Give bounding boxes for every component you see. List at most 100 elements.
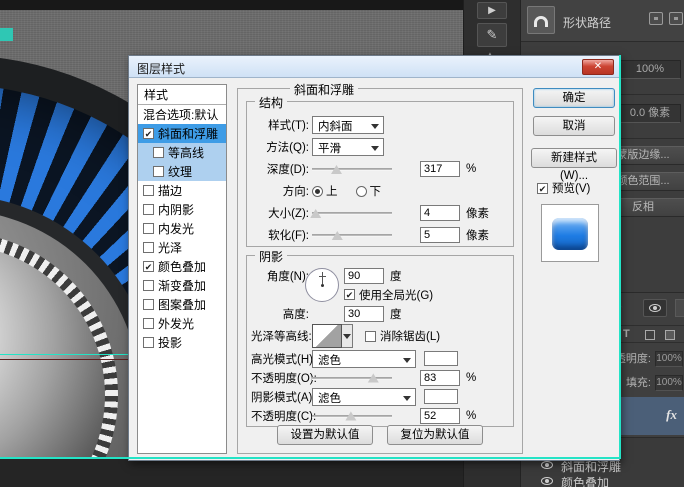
effect-item-color-overlay[interactable]: 颜色叠加	[541, 474, 609, 487]
style-list-item[interactable]: 颜色叠加	[138, 257, 226, 276]
style-list-item[interactable]: 纹理	[138, 162, 226, 181]
mask-density-value[interactable]: 100%	[619, 60, 681, 79]
shape-path-thumbnail[interactable]	[527, 6, 555, 34]
type-filter-icon[interactable]: T	[623, 328, 630, 340]
checkbox-icon[interactable]	[153, 147, 164, 158]
style-list-item[interactable]: 混合选项:默认	[138, 105, 226, 124]
checkbox-icon[interactable]	[153, 166, 164, 177]
shape-filter-icon[interactable]	[645, 330, 655, 340]
set-default-button[interactable]: 设置为默认值	[277, 425, 373, 445]
gloss-contour-thumbnail[interactable]	[312, 324, 342, 348]
checkbox-icon[interactable]	[143, 204, 154, 215]
shadow-opacity-slider[interactable]	[312, 410, 392, 422]
shadow-mode-select[interactable]: 滤色	[312, 387, 416, 406]
opacity-value[interactable]: 100%	[655, 351, 683, 367]
eye-icon[interactable]	[541, 477, 553, 485]
direction-up-label: 上	[326, 186, 338, 198]
checkbox-icon[interactable]	[143, 128, 154, 139]
shadow-opacity-input[interactable]: 52	[420, 407, 460, 424]
highlight-opacity-input[interactable]: 83	[420, 369, 460, 386]
checkbox-icon[interactable]	[143, 185, 154, 196]
direction-down-radio[interactable]	[355, 185, 367, 197]
preview-row: 预览(V)	[537, 180, 619, 196]
soften-unit: 像素	[466, 230, 489, 242]
angle-dial[interactable]	[305, 268, 339, 302]
style-preview-box	[541, 204, 599, 262]
highlight-mode-select[interactable]: 滤色	[312, 349, 416, 368]
add-pixel-mask-icon[interactable]	[649, 12, 663, 25]
visibility-well[interactable]	[643, 299, 667, 317]
shadow-mode-label: 阴影模式(A):	[251, 391, 316, 404]
global-light-checkbox[interactable]	[344, 289, 355, 300]
style-item-label: 混合选项:默认	[143, 108, 219, 122]
antialias-checkbox[interactable]	[365, 330, 376, 342]
angle-input[interactable]: 90	[344, 267, 384, 284]
highlight-opacity-slider[interactable]	[312, 372, 392, 384]
style-list-item[interactable]: 内阴影	[138, 200, 226, 219]
eye-icon[interactable]	[541, 461, 553, 469]
style-list-item[interactable]: 描边	[138, 181, 226, 200]
depth-label: 深度(D):	[266, 164, 309, 176]
style-list-item[interactable]: 等高线	[138, 143, 226, 162]
checkbox-icon[interactable]	[143, 223, 154, 234]
reset-default-button[interactable]: 复位为默认值	[387, 425, 483, 445]
checkbox-icon[interactable]	[143, 242, 154, 253]
style-list-item[interactable]: 外发光	[138, 314, 226, 333]
style-item-label: 斜面和浮雕	[158, 127, 219, 141]
new-style-button[interactable]: 新建样式(W)...	[531, 148, 617, 182]
technique-select[interactable]: 平滑	[312, 138, 384, 156]
style-list-item[interactable]: 投影	[138, 333, 226, 352]
actions-panel-icon[interactable]: ▶	[477, 2, 507, 19]
cancel-button[interactable]: 取消	[533, 116, 615, 136]
contour-dropdown-arrow[interactable]	[342, 324, 353, 348]
size-input[interactable]: 4	[420, 205, 460, 221]
style-list-item[interactable]: 图案叠加	[138, 295, 226, 314]
close-button[interactable]: ✕	[582, 59, 614, 75]
altitude-unit: 度	[390, 308, 402, 321]
depth-input[interactable]: 317	[420, 161, 460, 177]
bevel-style-select[interactable]: 内斜面	[312, 116, 384, 134]
dialog-titlebar[interactable]: 图层样式 ✕	[129, 56, 619, 78]
size-slider[interactable]	[310, 207, 392, 219]
checkbox-icon[interactable]	[143, 318, 154, 329]
style-item-label: 内阴影	[158, 203, 195, 217]
checkbox-icon[interactable]	[143, 299, 154, 310]
dialog-title: 图层样式	[137, 62, 186, 76]
pasteboard	[0, 458, 463, 487]
structure-group: 结构 样式(T): 内斜面 方法(Q): 平滑 深度(D): 317 % 方向:…	[246, 94, 514, 247]
direction-down-label: 下	[369, 186, 382, 198]
style-list-item[interactable]: 渐变叠加	[138, 276, 226, 295]
highlight-color-swatch[interactable]	[424, 351, 458, 366]
antialias-label: 消除锯齿(L)	[380, 331, 441, 343]
style-list-item[interactable]: 光泽	[138, 238, 226, 257]
dial-crosshair-icon	[319, 276, 326, 277]
shape-path-row[interactable]: 形状路径	[521, 0, 684, 42]
brush-panel-icon[interactable]: ✎	[477, 23, 507, 47]
checkbox-icon[interactable]	[143, 280, 154, 291]
highlight-mode-label: 高光模式(H):	[251, 353, 317, 366]
ok-button[interactable]: 确定	[533, 88, 615, 108]
soften-slider[interactable]	[312, 229, 392, 241]
shadow-opacity-label: 不透明度(C):	[251, 410, 317, 423]
mask-feather-value[interactable]: 0.0 像素	[619, 104, 681, 123]
preview-checkbox[interactable]	[537, 182, 548, 194]
direction-up-radio[interactable]	[312, 185, 323, 197]
angle-unit: 度	[390, 270, 402, 283]
shadow-color-swatch[interactable]	[424, 389, 458, 404]
fx-badge[interactable]: fx	[666, 407, 677, 423]
technique-label: 方法(Q):	[266, 142, 309, 154]
style-item-label: 描边	[158, 184, 183, 198]
fill-value[interactable]: 100%	[655, 375, 683, 391]
checkbox-icon[interactable]	[143, 261, 154, 272]
checkbox-icon[interactable]	[143, 337, 154, 348]
smart-object-filter-icon[interactable]	[665, 330, 675, 340]
style-item-label: 纹理	[168, 165, 193, 179]
partial-icon-well	[675, 299, 684, 317]
style-item-label: 外发光	[158, 317, 195, 331]
add-vector-mask-icon[interactable]	[669, 12, 683, 25]
soften-input[interactable]: 5	[420, 227, 460, 243]
style-list-item[interactable]: 斜面和浮雕	[138, 124, 226, 143]
altitude-input[interactable]: 30	[344, 305, 384, 322]
depth-slider[interactable]	[312, 163, 392, 175]
style-list-item[interactable]: 内发光	[138, 219, 226, 238]
